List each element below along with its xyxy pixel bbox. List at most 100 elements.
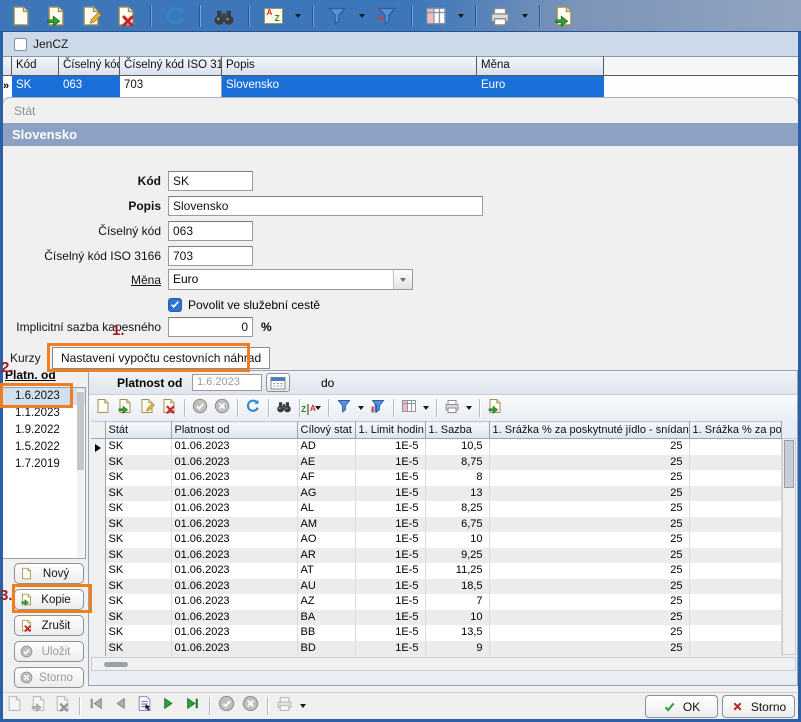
rates-delete-button[interactable]	[161, 398, 177, 419]
filter-button[interactable]	[324, 3, 350, 29]
export-button[interactable]	[551, 3, 577, 29]
nav-print-button[interactable]	[276, 695, 293, 717]
col-header-ciselny-kod[interactable]: Číselný kód	[59, 56, 120, 76]
filter-dropdown-arrow[interactable]	[359, 14, 365, 18]
vertical-scrollbar-thumb[interactable]	[784, 440, 794, 488]
mena-label[interactable]: Měna	[8, 273, 168, 287]
table-row[interactable]: SK 01.06.2023 AL 1E-5 8,25 25	[91, 501, 782, 517]
copy-record-button[interactable]	[43, 3, 69, 29]
rates-export-button[interactable]	[487, 398, 503, 419]
col-header-kod[interactable]: Kód	[12, 56, 59, 76]
confirm-record-button[interactable]	[218, 695, 235, 717]
popis-input[interactable]	[168, 196, 483, 216]
columns-dropdown-arrow[interactable]	[458, 14, 464, 18]
col-header-popis[interactable]: Popis	[222, 56, 477, 76]
nav-new-button[interactable]	[6, 695, 23, 717]
table-row[interactable]: SK 01.06.2023 AZ 1E-5 7 25	[91, 594, 782, 610]
rates-new-button[interactable]	[95, 398, 111, 419]
list-scrollbar[interactable]	[77, 389, 84, 557]
table-row[interactable]: SK 01.06.2023 AO 1E-5 10 25	[91, 532, 782, 548]
last-record-button[interactable]	[184, 695, 201, 717]
storno-side-button[interactable]: Storno	[14, 667, 84, 688]
print-dropdown-arrow[interactable]	[522, 14, 528, 18]
rates-search-icon[interactable]	[276, 398, 292, 419]
jencz-checkbox[interactable]	[14, 38, 27, 51]
ciselny-kod-input[interactable]	[168, 221, 253, 241]
povolit-checkbox[interactable]	[168, 298, 182, 312]
first-record-button[interactable]	[88, 695, 105, 717]
table-row[interactable]: SK 01.06.2023 BA 1E-5 10 25	[91, 610, 782, 626]
mena-select[interactable]: Euro	[168, 269, 413, 290]
table-row[interactable]: SK 01.06.2023 AR 1E-5 9,25 25	[91, 548, 782, 564]
rates-col-limit[interactable]: 1. Limit hodin	[355, 422, 425, 439]
browse-records-button[interactable]	[136, 695, 153, 717]
rates-col-cilovy[interactable]: Cílový stat	[297, 422, 355, 439]
iso-kod-input[interactable]	[168, 246, 253, 266]
col-header-mena[interactable]: Měna	[477, 56, 604, 76]
rates-filter-dropdown-arrow[interactable]	[358, 406, 364, 410]
rates-cancel-button[interactable]	[214, 398, 230, 419]
table-row[interactable]: SK 01.06.2023 AT 1E-5 11,25 25	[91, 563, 782, 579]
rates-col-platnost[interactable]: Platnost od	[171, 422, 297, 439]
rates-filter-stats-button[interactable]	[370, 398, 386, 419]
new-record-button[interactable]	[8, 3, 34, 29]
rates-col-stat[interactable]: Stát	[105, 422, 171, 439]
print-button[interactable]	[487, 3, 513, 29]
rates-sort-az-button[interactable]: AZ	[307, 399, 309, 417]
nav-print-dropdown-arrow[interactable]	[300, 704, 306, 708]
ulozit-button[interactable]: Uložit	[14, 641, 84, 662]
table-row[interactable]: SK 01.06.2023 AE 1E-5 8,75 25	[91, 455, 782, 471]
calendar-button[interactable]	[266, 373, 290, 392]
rates-refresh-button[interactable]	[245, 398, 261, 419]
refresh-button[interactable]	[162, 3, 188, 29]
columns-button[interactable]	[423, 3, 449, 29]
table-row[interactable]: SK 01.06.2023 AG 1E-5 13 25	[91, 486, 782, 502]
table-row[interactable]: SK 01.06.2023 AF 1E-5 8 25	[91, 470, 782, 486]
edit-record-button[interactable]	[78, 3, 104, 29]
cancel-record-button[interactable]	[242, 695, 259, 717]
rates-copy-button[interactable]	[117, 398, 133, 419]
next-record-button[interactable]	[160, 695, 177, 717]
rates-edit-button[interactable]	[139, 398, 155, 419]
novy-button[interactable]: Nový	[14, 563, 84, 584]
rates-columns-button[interactable]	[401, 398, 417, 419]
ok-button[interactable]: OK	[645, 695, 718, 718]
col-header-iso[interactable]: Číselný kód ISO 3166	[120, 56, 222, 76]
nav-delete-button[interactable]	[54, 695, 71, 717]
platnost-od-input[interactable]: 1.6.2023	[192, 374, 262, 391]
rates-confirm-button[interactable]	[192, 398, 208, 419]
table-row[interactable]: SK 01.06.2023 BD 1E-5 9 25	[91, 641, 782, 657]
country-row-selected[interactable]: » SK 063 703 Slovensko Euro	[0, 76, 801, 97]
rates-col-srazka-2[interactable]: 1. Srážka % za pos	[689, 422, 782, 439]
table-row[interactable]: SK 01.06.2023 AD 1E-5 10,5 25	[91, 439, 782, 455]
tab-kurzy[interactable]: Kurzy	[10, 351, 41, 365]
zrusit-button[interactable]: Zrušit	[14, 615, 84, 636]
delete-record-button[interactable]	[113, 3, 139, 29]
filter-list-button[interactable]	[374, 3, 400, 29]
rates-print-dropdown-arrow[interactable]	[466, 406, 472, 410]
horizontal-scrollbar-thumb[interactable]	[104, 662, 128, 667]
mena-dropdown-button[interactable]	[393, 270, 412, 289]
table-row[interactable]: SK 01.06.2023 AM 1E-5 6,75 25	[91, 517, 782, 533]
storno-button[interactable]: Storno	[722, 695, 795, 718]
table-row[interactable]: SK 01.06.2023 AU 1E-5 18,5 25	[91, 579, 782, 595]
search-icon[interactable]	[211, 3, 237, 29]
rates-print-button[interactable]	[444, 398, 460, 419]
rates-col-sazba[interactable]: 1. Sazba	[425, 422, 489, 439]
rates-filter-button[interactable]	[336, 398, 352, 419]
date-item[interactable]: 1.5.2022	[3, 439, 85, 456]
rates-horizontal-scrollbar[interactable]	[91, 657, 796, 671]
kod-input[interactable]	[168, 171, 253, 191]
rates-col-srazka-snidane[interactable]: 1. Srážka % za poskytnuté jídlo - snídan…	[489, 422, 689, 439]
nav-copy-button[interactable]	[30, 695, 47, 717]
sazba-input[interactable]	[168, 317, 253, 337]
previous-record-button[interactable]	[112, 695, 129, 717]
date-item[interactable]: 1.7.2019	[3, 456, 85, 473]
rates-vertical-scrollbar[interactable]	[782, 438, 796, 655]
date-item[interactable]: 1.9.2022	[3, 422, 85, 439]
sort-az-button[interactable]: AZ	[260, 3, 286, 29]
sort-dropdown-arrow[interactable]	[295, 14, 301, 18]
table-row[interactable]: SK 01.06.2023 BB 1E-5 13,5 25	[91, 625, 782, 641]
rates-columns-dropdown-arrow[interactable]	[423, 406, 429, 410]
list-scrollbar-thumb[interactable]	[77, 392, 84, 470]
